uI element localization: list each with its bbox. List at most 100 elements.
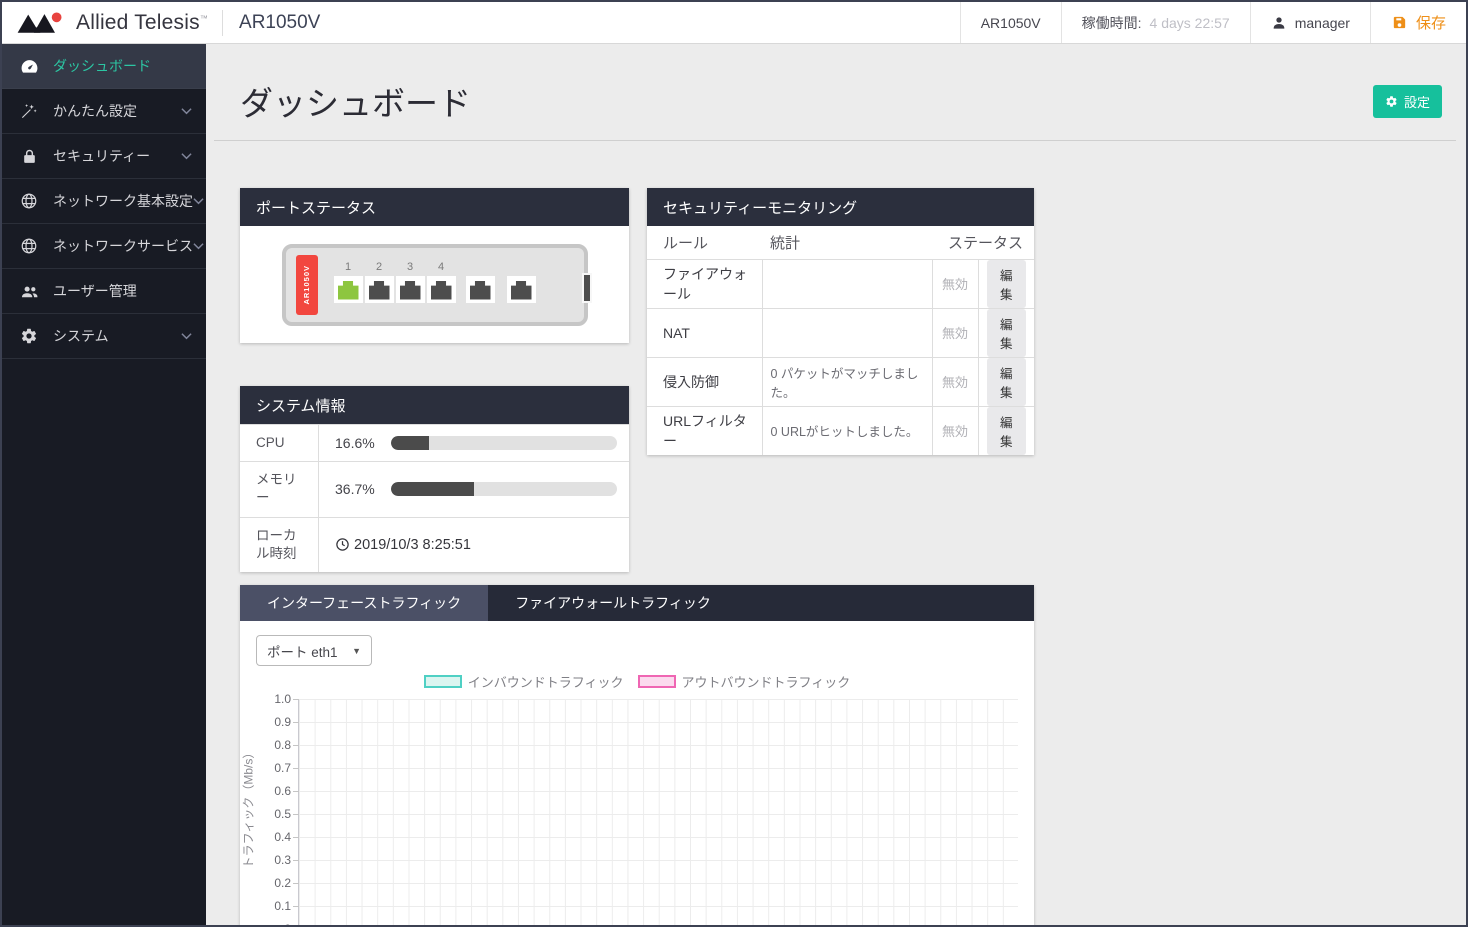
chevron-down-icon xyxy=(181,107,192,115)
y-tick-label: 0.7 xyxy=(247,761,291,775)
gear-icon xyxy=(19,326,39,346)
port-number: 3 xyxy=(407,260,413,276)
sidebar-item-label: システム xyxy=(53,326,181,346)
y-tick-label: 0.6 xyxy=(247,784,291,798)
port-status-card: ポートステータス AR1050V 1234 xyxy=(240,188,629,343)
user-name: manager xyxy=(1295,15,1350,31)
sidebar-item-network-basic[interactable]: ネットワーク基本設定 xyxy=(2,179,206,224)
cpu-label: CPU xyxy=(240,425,319,461)
rule-name: URLフィルター xyxy=(647,406,762,455)
col-status: ステータス xyxy=(932,226,1034,259)
port-number: 1 xyxy=(345,260,351,276)
port-2: 2 xyxy=(365,260,394,303)
chevron-down-icon xyxy=(181,152,192,160)
security-table-header-row: ルール 統計 ステータス xyxy=(647,226,1034,259)
device-front-panel: AR1050V 1234 xyxy=(282,244,588,326)
status-badge: 無効 xyxy=(932,406,978,455)
trademark: ™ xyxy=(200,14,208,23)
chevron-down-icon xyxy=(193,242,204,250)
col-stat: 統計 xyxy=(762,226,932,259)
allied-telesis-logo-icon xyxy=(16,10,68,36)
topbar: Allied Telesis™ AR1050V AR1050V 稼働時間: 4 … xyxy=(2,2,1466,44)
traffic-tabs: インターフェーストラフィック ファイアウォールトラフィック xyxy=(240,585,1034,621)
tab-firewall-traffic[interactable]: ファイアウォールトラフィック xyxy=(488,585,738,621)
port-select-value: ポート eth1 xyxy=(267,641,338,661)
port-3: 3 xyxy=(396,260,425,303)
port-up-icon xyxy=(338,281,359,300)
traffic-card: インターフェーストラフィック ファイアウォールトラフィック ポート eth1 ▼… xyxy=(240,585,1034,927)
memory-row: メモリー 36.7% xyxy=(240,461,629,516)
rule-name: NAT xyxy=(647,308,762,357)
memory-value: 36.7% xyxy=(335,481,391,497)
security-table-row: 侵入防御0 パケットがマッチしました。無効編集 xyxy=(647,357,1034,406)
legend-item: アウトバウンドトラフィック xyxy=(638,672,851,691)
security-table-row: URLフィルター0 URLがヒットしました。無効編集 xyxy=(647,406,1034,455)
rule-name: 侵入防御 xyxy=(647,357,762,406)
system-info-card: システム情報 CPU 16.6% メモリー xyxy=(240,386,629,572)
port-5 xyxy=(466,260,495,303)
port-4: 4 xyxy=(427,260,456,303)
y-tick-label: 0.4 xyxy=(247,830,291,844)
y-tick-label: 0.3 xyxy=(247,853,291,867)
chart-legend: インバウンドトラフィックアウトバウンドトラフィック xyxy=(240,672,1034,691)
port-1: 1 xyxy=(334,260,363,303)
y-tick-label: 0.1 xyxy=(247,899,291,913)
port-down-icon xyxy=(400,281,421,300)
brand-divider xyxy=(222,10,223,36)
page-header: ダッシュボード 設定 xyxy=(206,44,1466,125)
users-icon xyxy=(19,281,39,301)
sidebar-item-label: かんたん設定 xyxy=(53,101,181,121)
port-down-icon xyxy=(431,281,452,300)
sidebar-item-easy-setup[interactable]: かんたん設定 xyxy=(2,89,206,134)
edit-button[interactable]: 編集 xyxy=(987,407,1027,455)
caret-down-icon: ▼ xyxy=(352,646,361,656)
save-label: 保存 xyxy=(1416,12,1446,33)
memory-label: メモリー xyxy=(240,462,319,516)
settings-button[interactable]: 設定 xyxy=(1373,85,1442,118)
sidebar-item-system[interactable]: システム xyxy=(2,314,206,359)
save-button[interactable]: 保存 xyxy=(1370,2,1466,43)
edit-button[interactable]: 編集 xyxy=(987,358,1027,406)
sidebar-item-network-services[interactable]: ネットワークサービス xyxy=(2,224,206,269)
y-tick-label: 0.8 xyxy=(247,738,291,752)
port-status-header: ポートステータス xyxy=(240,188,629,226)
main-content: ダッシュボード 設定 ポートステータス xyxy=(206,44,1466,927)
dashboard-icon xyxy=(19,56,39,76)
console-port-icon xyxy=(582,273,592,303)
edit-button[interactable]: 編集 xyxy=(987,260,1027,308)
uptime-value: 4 days 22:57 xyxy=(1150,15,1230,31)
security-table: ルール 統計 ステータス ファイアウォール無効編集NAT無効編集侵入防御0 パケ… xyxy=(647,226,1034,455)
user-menu[interactable]: manager xyxy=(1250,2,1370,43)
port-down-icon xyxy=(511,281,532,300)
rule-stat xyxy=(762,308,932,357)
security-monitoring-header: セキュリティーモニタリング xyxy=(647,188,1034,226)
status-badge: 無効 xyxy=(932,259,978,308)
legend-label: インバウンドトラフィック xyxy=(468,672,624,691)
edit-button[interactable]: 編集 xyxy=(987,309,1027,357)
sidebar-item-dashboard[interactable]: ダッシュボード xyxy=(2,44,206,89)
lock-icon xyxy=(19,146,39,166)
tab-interface-traffic[interactable]: インターフェーストラフィック xyxy=(240,585,488,621)
app-window: Allied Telesis™ AR1050V AR1050V 稼働時間: 4 … xyxy=(0,0,1468,927)
y-tick-label: 0.5 xyxy=(247,807,291,821)
uptime: 稼働時間: 4 days 22:57 xyxy=(1061,2,1250,43)
sidebar-item-user-management[interactable]: ユーザー管理 xyxy=(2,269,206,314)
system-info-header: システム情報 xyxy=(240,386,629,424)
device-name: AR1050V xyxy=(960,2,1061,43)
port-select-dropdown[interactable]: ポート eth1 ▼ xyxy=(256,635,372,666)
cpu-progress-bar xyxy=(391,436,617,450)
topbar-right: AR1050V 稼働時間: 4 days 22:57 manager 保存 xyxy=(960,2,1466,43)
y-tick-label: 1.0 xyxy=(247,692,291,706)
cpu-row: CPU 16.6% xyxy=(240,424,629,461)
local-time-value: 2019/10/3 8:25:51 xyxy=(354,537,471,553)
legend-item: インバウンドトラフィック xyxy=(424,672,624,691)
rule-stat: 0 パケットがマッチしました。 xyxy=(762,357,932,406)
security-table-row: ファイアウォール無効編集 xyxy=(647,259,1034,308)
y-tick-label: 0.2 xyxy=(247,876,291,890)
globe-icon xyxy=(19,191,39,211)
wand-icon xyxy=(19,101,39,121)
sidebar-item-security[interactable]: セキュリティー xyxy=(2,134,206,179)
port-down-icon xyxy=(470,281,491,300)
globe-icon xyxy=(19,236,39,256)
sidebar-item-label: ネットワーク基本設定 xyxy=(53,191,193,211)
